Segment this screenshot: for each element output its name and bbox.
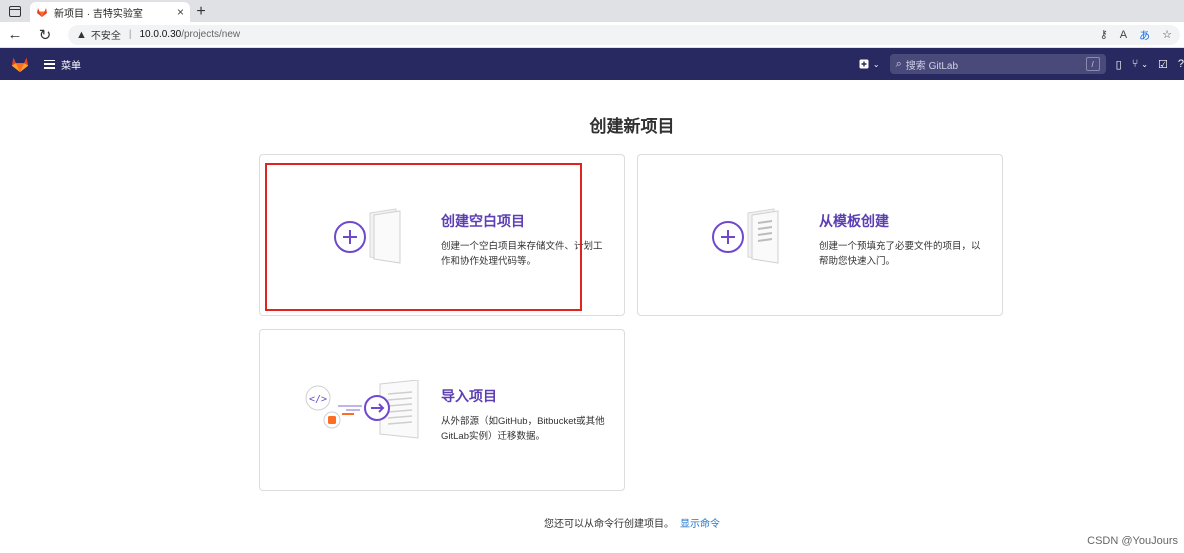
divider: | [128,29,132,40]
todos-icon[interactable]: ☑ [1158,58,1168,71]
footer-text: 您还可以从命令行创建项目。 [544,519,674,530]
read-aloud-icon[interactable]: A [1120,29,1127,41]
search-placeholder: 搜索 GitLab [905,60,959,72]
menu-button[interactable]: 菜单 [44,57,81,72]
card-description: 创建一个预填充了必要文件的项目，以帮助您快速入门。 [819,241,981,267]
url-path: /projects/new [181,29,241,40]
card-description: 从外部源（如GitHub，Bitbucket或其他GitLab实例）迁移数据。 [441,416,605,442]
template-project-card[interactable]: 从模板创建 创建一个预填充了必要文件的项目，以帮助您快速入门。 [637,154,1003,316]
merge-requests-icon[interactable]: ⑂ ⌄ [1132,58,1148,70]
issues-icon[interactable]: ▯ [1116,58,1122,71]
browser-tab-strip: 新项目 · 吉特实验室 × + [0,0,1184,22]
hamburger-icon [44,59,55,69]
template-project-illustration [712,208,779,264]
gitlab-favicon-icon [37,8,47,17]
tab-close-icon[interactable]: × [177,5,184,19]
gitlab-logo-icon[interactable] [10,55,30,73]
card-title: 从模板创建 [819,213,889,229]
tab-actions-icon[interactable] [0,0,30,22]
show-command-link[interactable]: 显示命令 [680,519,720,530]
svg-text:</>: </> [309,394,327,405]
import-project-card[interactable]: </> 导入项目 从外部源（如GitHub，Bitbucket或其他GitLab… [259,329,625,491]
footer-note: 您还可以从命令行创建项目。 显示命令 [0,515,1184,530]
help-icon[interactable]: ? [1178,58,1184,70]
search-shortcut-badge: / [1085,57,1100,71]
favorite-star-icon[interactable]: ☆ [1162,28,1172,41]
import-project-illustration: </> [305,380,419,439]
highlight-box [265,163,582,311]
warning-icon: ▲ [76,28,87,41]
new-tab-button[interactable]: + [190,2,212,22]
key-icon[interactable]: ⚷ [1100,28,1108,41]
reload-icon[interactable]: ↻ [30,22,60,48]
search-input[interactable]: ⌕ 搜索 GitLab / [889,54,1106,74]
menu-label: 菜单 [61,60,81,72]
tab-title: 新项目 · 吉特实验室 [54,8,143,20]
back-icon[interactable]: ← [0,22,30,48]
url-host: 10.0.0.30 [139,29,182,40]
watermark: CSDN @YouJours [1087,535,1178,547]
create-new-icon[interactable]: ⌄ [859,59,880,69]
browser-toolbar: ← ↻ ▲ 不安全 | 10.0.0.30 /projects/new ⚷ A … [0,22,1184,48]
address-bar[interactable]: ▲ 不安全 | 10.0.0.30 /projects/new ⚷ A あ ☆ [68,24,1180,45]
page-title: 创建新项目 [589,117,675,136]
search-icon: ⌕ [895,57,902,70]
browser-tab[interactable]: 新项目 · 吉特实验室 × [30,2,190,22]
security-label: 不安全 [90,31,121,42]
gitlab-header: 菜单 ⌄ ⌕ 搜索 GitLab / ▯ ⑂ ⌄ ☑ ? [0,48,1184,80]
translate-icon[interactable]: あ [1139,27,1150,43]
card-title: 导入项目 [441,388,497,404]
